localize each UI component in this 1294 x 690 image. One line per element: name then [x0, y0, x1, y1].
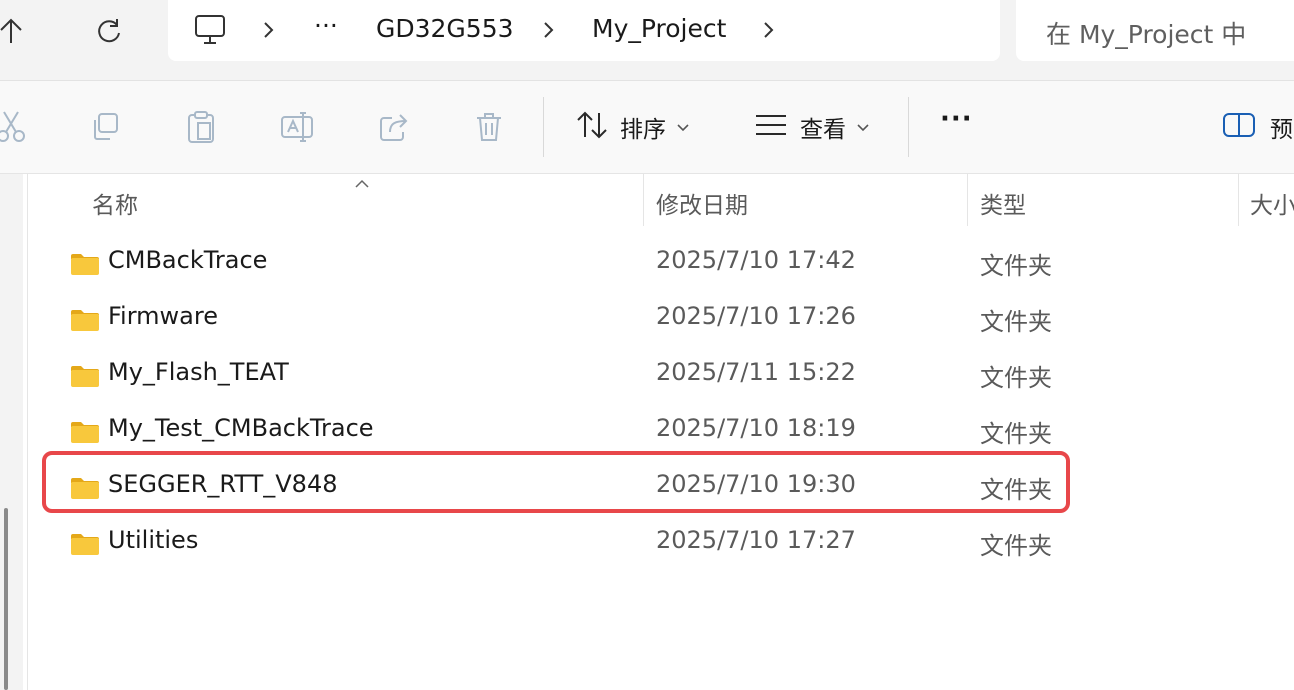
- column-header-type[interactable]: 类型: [980, 186, 1026, 220]
- paste-icon[interactable]: [186, 109, 216, 145]
- file-modified-date: 2025/7/10 17:26: [656, 302, 856, 330]
- preview-label: 预: [1270, 117, 1293, 143]
- file-modified-date: 2025/7/10 17:27: [656, 526, 856, 554]
- column-divider[interactable]: [1238, 174, 1239, 226]
- chevron-right-icon[interactable]: [542, 20, 556, 44]
- file-name[interactable]: CMBackTrace: [108, 246, 267, 274]
- copy-icon[interactable]: [90, 109, 120, 145]
- view-label: 查看: [800, 117, 846, 143]
- sort-icon: [576, 110, 608, 144]
- navigation-scrollbar[interactable]: [4, 508, 8, 690]
- file-type: 文件夹: [980, 532, 1052, 560]
- folder-icon: [70, 252, 100, 280]
- file-modified-date: 2025/7/11 15:22: [656, 358, 856, 386]
- chevron-right-icon[interactable]: [262, 20, 276, 44]
- cut-icon[interactable]: [0, 109, 26, 145]
- file-name[interactable]: My_Flash_TEAT: [108, 358, 289, 386]
- view-list-icon: [754, 113, 788, 141]
- search-placeholder[interactable]: 在 My_Project 中: [1046, 15, 1246, 51]
- more-icon: ···: [940, 104, 973, 134]
- folder-icon: [70, 532, 100, 560]
- column-header-name[interactable]: 名称: [92, 186, 138, 220]
- pane-divider: [27, 174, 28, 690]
- file-type: 文件夹: [980, 308, 1052, 336]
- up-arrow-icon[interactable]: [0, 14, 28, 48]
- breadcrumb-gd32g553[interactable]: GD32G553: [376, 14, 514, 43]
- command-bar: 排序 查看 ··· 预: [0, 81, 1294, 174]
- highlight-box: [42, 451, 1070, 513]
- title-bar: ··· GD32G553 My_Project 在 My_Project 中: [0, 0, 1294, 81]
- file-name[interactable]: Firmware: [108, 302, 218, 330]
- more-options-button[interactable]: ···: [940, 101, 973, 137]
- sort-button[interactable]: 排序: [576, 109, 690, 145]
- toolbar-divider: [543, 97, 544, 157]
- file-modified-date: 2025/7/10 17:42: [656, 246, 856, 274]
- file-row[interactable]: Utilities 2025/7/10 17:27 文件夹: [60, 526, 1070, 582]
- preview-pane-icon: [1222, 112, 1256, 142]
- this-pc-icon[interactable]: [194, 14, 228, 50]
- column-divider[interactable]: [967, 174, 968, 226]
- column-header-size[interactable]: 大小: [1250, 186, 1294, 220]
- folder-icon: [70, 308, 100, 336]
- rename-icon[interactable]: [280, 109, 314, 145]
- delete-icon[interactable]: [474, 109, 504, 145]
- view-button[interactable]: 查看: [754, 109, 870, 145]
- sort-indicator-icon: [354, 174, 370, 193]
- column-header-date[interactable]: 修改日期: [656, 186, 748, 220]
- sort-label: 排序: [620, 117, 666, 143]
- chevron-right-icon[interactable]: [762, 20, 776, 44]
- file-row[interactable]: My_Flash_TEAT 2025/7/11 15:22 文件夹: [60, 358, 1070, 414]
- breadcrumb-my-project[interactable]: My_Project: [592, 14, 726, 43]
- file-row[interactable]: CMBackTrace 2025/7/10 17:42 文件夹: [60, 246, 1070, 302]
- address-bar[interactable]: ··· GD32G553 My_Project: [168, 0, 1000, 61]
- share-icon[interactable]: [378, 109, 410, 145]
- breadcrumb-overflow[interactable]: ···: [314, 11, 338, 40]
- toolbar-divider: [908, 97, 909, 157]
- file-name[interactable]: My_Test_CMBackTrace: [108, 414, 374, 442]
- file-type: 文件夹: [980, 252, 1052, 280]
- chevron-down-icon: [856, 118, 870, 137]
- folder-icon: [70, 364, 100, 392]
- search-box[interactable]: 在 My_Project 中: [1016, 0, 1294, 61]
- file-modified-date: 2025/7/10 18:19: [656, 414, 856, 442]
- column-divider[interactable]: [643, 174, 644, 226]
- file-type: 文件夹: [980, 420, 1052, 448]
- file-name[interactable]: Utilities: [108, 526, 198, 554]
- chevron-down-icon: [676, 118, 690, 137]
- file-type: 文件夹: [980, 364, 1052, 392]
- preview-pane-button[interactable]: 预: [1222, 109, 1293, 145]
- file-row[interactable]: Firmware 2025/7/10 17:26 文件夹: [60, 302, 1070, 358]
- folder-icon: [70, 420, 100, 448]
- refresh-icon[interactable]: [92, 14, 126, 48]
